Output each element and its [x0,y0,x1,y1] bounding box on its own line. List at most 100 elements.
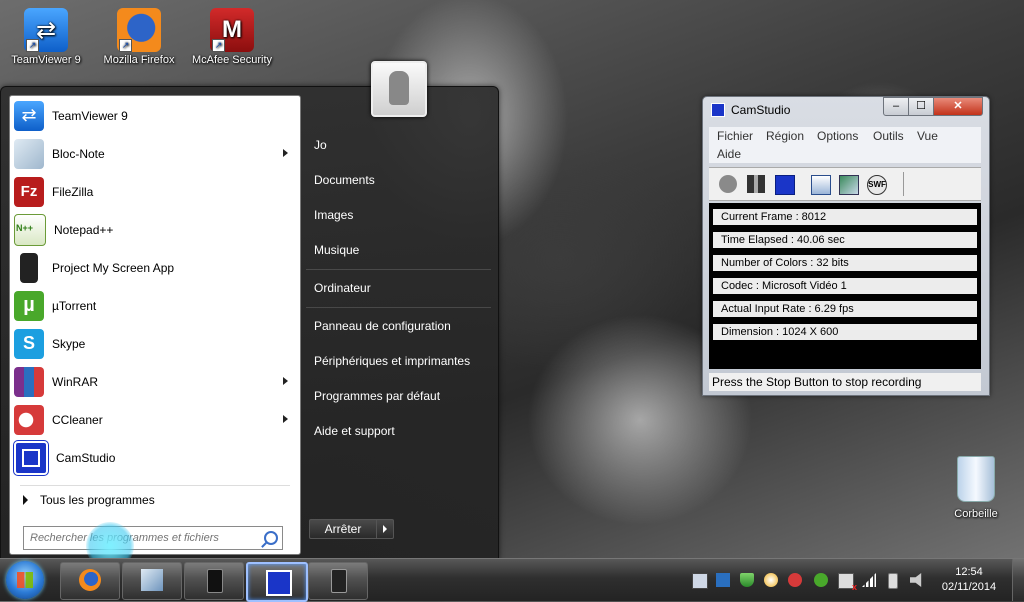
program-item-utorrent[interactable]: µTorrent [10,287,300,325]
program-item-skype[interactable]: Skype [10,325,300,363]
all-programs-label: Tous les programmes [40,493,155,507]
search-icon[interactable] [264,531,278,545]
link-devices-printers[interactable]: Périphériques et imprimantes [306,347,499,375]
stat-current-frame: Current Frame : 8012 [713,209,977,225]
program-item-camstudio[interactable]: CamStudio [10,439,300,477]
menu-bar: Fichier Région Options Outils Vue Aide [709,127,981,163]
start-button[interactable] [6,561,44,599]
submenu-arrow-icon [283,149,288,157]
taskbar-button-camstudio[interactable] [246,562,308,602]
window-title-bar[interactable]: CamStudio [711,103,790,117]
region-icon[interactable] [811,175,831,195]
notepadplusplus-icon [14,214,46,246]
program-item-winrar[interactable]: WinRAR [10,363,300,401]
battery-icon[interactable] [888,573,898,589]
system-clock[interactable]: 12:54 02/11/2014 [934,565,1004,595]
minimize-button[interactable]: – [883,97,909,116]
camstudio-icon [711,103,725,117]
program-item-notepadplusplus[interactable]: Notepad++ [10,211,300,249]
desktop-icon-firefox[interactable]: ↗ Mozilla Firefox [97,4,181,66]
start-menu: TeamViewer 9 Bloc-Note Fz FileZilla Note… [0,61,499,570]
submenu-arrow-icon [283,377,288,385]
program-label: Notepad++ [54,223,114,237]
stat-input-rate: Actual Input Rate : 6.29 fps [713,301,977,317]
link-user-folder[interactable]: Jo [306,131,499,159]
close-button[interactable]: ✕ [933,97,983,116]
search-input[interactable] [28,531,260,545]
pause-icon[interactable] [747,175,765,193]
menu-options[interactable]: Options [817,129,858,143]
menu-vue[interactable]: Vue [917,129,938,143]
user-picture[interactable] [371,61,427,117]
divider [306,307,491,308]
record-icon[interactable] [719,175,737,193]
stop-icon[interactable] [775,175,795,195]
desktop-icon-teamviewer[interactable]: ↗ TeamViewer 9 [4,4,88,66]
menu-fichier[interactable]: Fichier [717,129,753,143]
skype-icon [14,329,44,359]
project-my-screen-icon [207,569,223,593]
desktop-icon-label: TeamViewer 9 [11,54,81,66]
teamviewer-icon: ↗ [24,8,68,52]
stat-codec: Codec : Microsoft Vidéo 1 [713,278,977,294]
link-help-support[interactable]: Aide et support [306,417,499,445]
mcafee-icon: ↗ [210,8,254,52]
clock-time: 12:54 [955,566,983,578]
program-label: CCleaner [52,413,103,427]
toolbar-separator [903,172,904,196]
search-box[interactable] [23,526,283,550]
swf-icon[interactable]: SWF [867,175,887,195]
taskbar-button-notepad[interactable] [122,562,182,600]
divider [306,269,491,270]
taskbar-button-project-my-screen[interactable] [184,562,244,600]
programs-pane: TeamViewer 9 Bloc-Note Fz FileZilla Note… [9,95,301,570]
link-images[interactable]: Images [306,201,499,229]
taskbar-button-phone[interactable] [308,562,368,600]
program-item-project-my-screen[interactable]: Project My Screen App [10,249,300,287]
teamviewer-icon [14,101,44,131]
firefox-icon: ↗ [117,8,161,52]
link-computer[interactable]: Ordinateur [306,274,499,302]
camstudio-window[interactable]: CamStudio – ☐ ✕ Fichier Région Options O… [702,96,990,396]
utorrent-icon[interactable] [814,573,828,587]
link-default-programs[interactable]: Programmes par défaut [306,382,499,410]
network-device-icon[interactable] [716,573,730,587]
notepad-icon [14,139,44,169]
keyboard-icon[interactable] [692,573,708,589]
filezilla-icon: Fz [14,177,44,207]
shutdown-group: Arrêter [309,519,395,539]
shortcut-arrow-icon: ↗ [212,39,225,52]
link-control-panel[interactable]: Panneau de configuration [306,312,499,340]
annotation-icon[interactable] [839,175,859,195]
desktop-icon-label: Mozilla Firefox [103,54,175,66]
clock-date: 02/11/2014 [941,581,997,593]
stats-panel: Current Frame : 8012 Time Elapsed : 40.0… [709,203,981,369]
taskbar-button-firefox[interactable] [60,562,120,600]
program-label: WinRAR [52,375,99,389]
program-item-ccleaner[interactable]: CCleaner [10,401,300,439]
maximize-button[interactable]: ☐ [908,97,934,116]
desktop-icon-mcafee[interactable]: ↗ McAfee Security [190,4,274,66]
volume-icon[interactable] [910,573,922,587]
shutdown-button[interactable]: Arrêter [309,519,377,539]
wifi-signal-icon[interactable] [862,573,876,587]
program-item-bloc-note[interactable]: Bloc-Note [10,135,300,173]
program-label: Project My Screen App [52,261,175,275]
toolbar: SWF [709,167,981,201]
desktop-icon-recycle-bin[interactable]: Corbeille [934,456,1018,520]
link-music[interactable]: Musique [306,236,499,264]
notepad-icon [141,569,163,591]
program-item-teamviewer[interactable]: TeamViewer 9 [10,97,300,135]
menu-aide[interactable]: Aide [717,147,741,161]
menu-outils[interactable]: Outils [873,129,904,143]
show-desktop-button[interactable] [1012,559,1024,601]
ccleaner-icon[interactable] [788,573,802,587]
globe-icon[interactable] [764,573,778,587]
action-center-flag-icon[interactable] [838,573,857,592]
security-shield-icon[interactable] [740,573,754,587]
menu-region[interactable]: Région [766,129,804,143]
shutdown-options-arrow-icon[interactable] [377,519,394,539]
program-item-filezilla[interactable]: Fz FileZilla [10,173,300,211]
link-documents[interactable]: Documents [306,166,499,194]
all-programs-button[interactable]: Tous les programmes [20,485,290,514]
